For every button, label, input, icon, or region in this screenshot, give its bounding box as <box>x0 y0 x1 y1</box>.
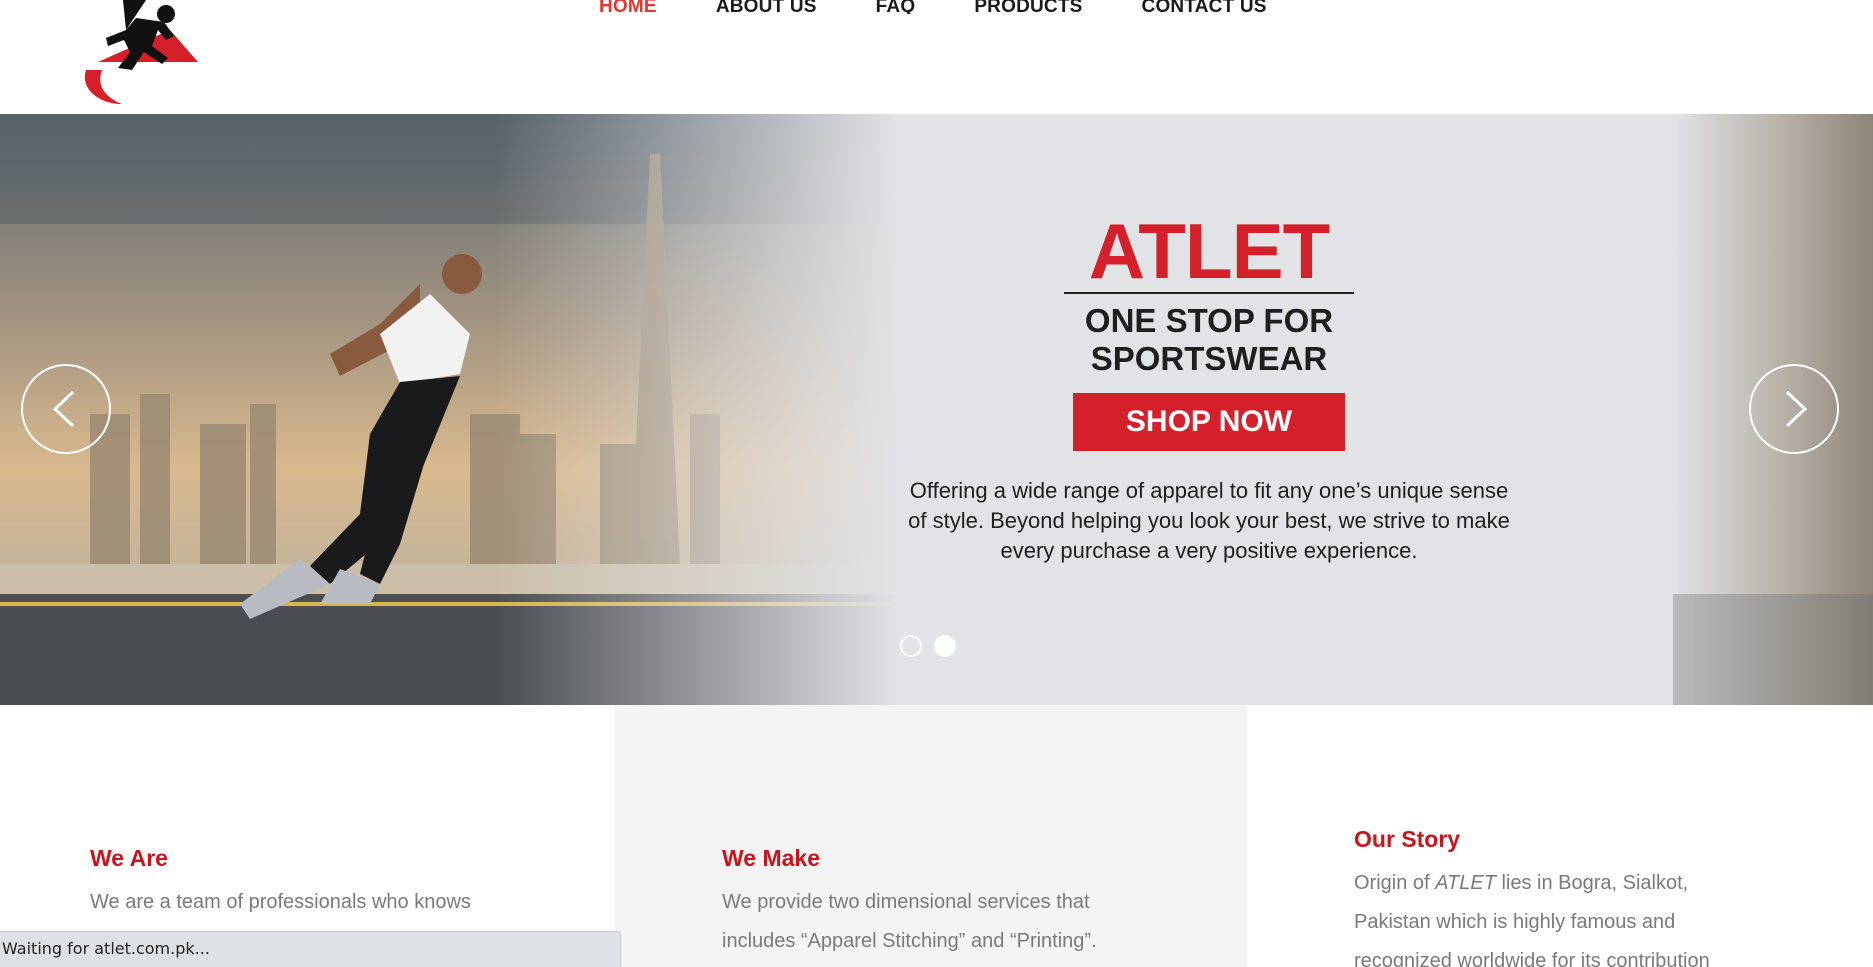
our-story-text-post: lies in Bogra, Sialkot, <box>1495 872 1689 894</box>
slider-dot-2[interactable] <box>934 635 956 657</box>
section-we-make: We Make We provide two dimensional servi… <box>615 705 1247 967</box>
chevron-left-icon <box>52 390 75 428</box>
we-make-heading: We Make <box>722 845 821 871</box>
we-make-text: We provide two dimensional services that… <box>722 883 1162 961</box>
nav-item-about-us[interactable]: ABOUT US <box>716 0 817 14</box>
hero-description-line-1: Offering a wide range of apparel to fit … <box>909 478 1509 503</box>
nav-item-home[interactable]: HOME <box>599 0 657 14</box>
section-our-story: Our Story Origin of ATLET lies in Bogra,… <box>1247 705 1873 967</box>
nav-item-contact-us[interactable]: CONTACT US <box>1142 0 1267 14</box>
our-story-text-line-3: recognized worldwide for its contributio… <box>1354 950 1710 967</box>
hero-description-line-3: every purchase a very positive experienc… <box>1000 538 1418 563</box>
section-we-are: We Are We are a team of professionals wh… <box>0 705 615 967</box>
chevron-right-icon <box>1785 390 1808 428</box>
slider-pagination <box>900 635 968 657</box>
we-are-heading: We Are <box>90 845 168 871</box>
brand-logo[interactable] <box>78 0 202 106</box>
slider-dot-1[interactable] <box>900 635 922 657</box>
we-are-text: We are a team of professionals who knows <box>90 891 471 913</box>
hero-brand-block: ATLET ONE STOP FOR SPORTSWEAR SHOP NOW <box>1064 210 1354 451</box>
slider-next-button[interactable] <box>1749 364 1839 454</box>
our-story-text-line-2: Pakistan which is highly famous and <box>1354 911 1676 933</box>
our-story-text: Origin of ATLET lies in Bogra, Sialkot, … <box>1354 864 1774 967</box>
our-story-brand: ATLET <box>1435 872 1496 894</box>
shop-now-button[interactable]: SHOP NOW <box>1073 393 1345 451</box>
hero-subtitle-line-2: SPORTSWEAR <box>1090 340 1328 377</box>
hero-description: Offering a wide range of apparel to fit … <box>884 476 1534 566</box>
hero-slider: ATLET ONE STOP FOR SPORTSWEAR SHOP NOW O… <box>0 114 1873 705</box>
hero-subtitle: ONE STOP FOR SPORTSWEAR <box>1064 302 1354 378</box>
nav-item-faq[interactable]: FAQ <box>876 0 916 14</box>
hero-title: ATLET <box>1088 207 1331 295</box>
slider-prev-button[interactable] <box>21 364 111 454</box>
main-nav: HOME ABOUT US FAQ PRODUCTS CONTACT US <box>599 0 1326 20</box>
nav-item-products[interactable]: PRODUCTS <box>974 0 1082 14</box>
we-make-text-line-2: includes “Apparel Stitching” and “Printi… <box>722 930 1097 952</box>
our-story-text-pre: Origin of <box>1354 872 1436 894</box>
browser-status-bar: Waiting for atlet.com.pk... <box>0 931 621 967</box>
site-header: HOME ABOUT US FAQ PRODUCTS CONTACT US <box>0 0 1873 114</box>
our-story-heading: Our Story <box>1354 826 1461 852</box>
hero-runner-photo <box>0 114 900 705</box>
hero-subtitle-line-1: ONE STOP FOR <box>1084 302 1334 339</box>
hero-description-line-2: of style. Beyond helping you look your b… <box>908 508 1510 533</box>
we-make-text-line-1: We provide two dimensional services that <box>722 891 1090 913</box>
